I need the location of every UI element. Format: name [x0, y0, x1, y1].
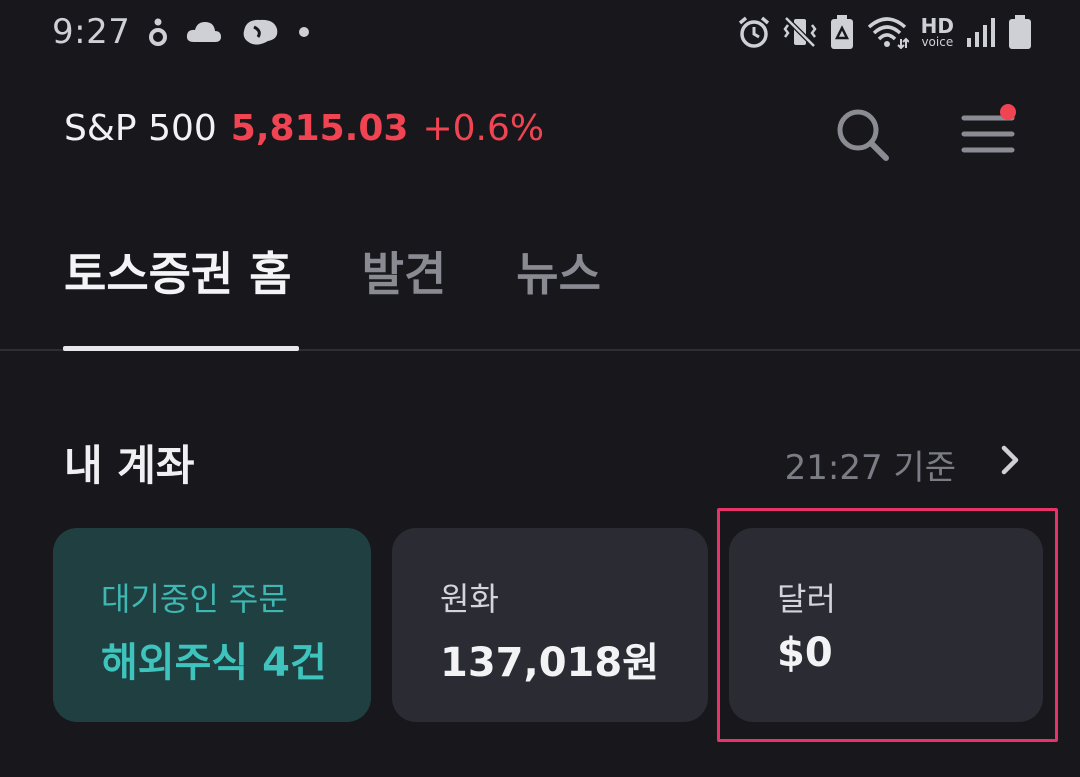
- usd-balance-label: 달러: [777, 580, 836, 618]
- battery-icon: [1008, 14, 1032, 50]
- my-account-title: 내 계좌: [64, 441, 195, 490]
- vibrate-icon: [783, 15, 817, 49]
- hd-label: HD: [920, 14, 954, 38]
- weather-icon: [240, 17, 280, 47]
- cloud-icon: [186, 20, 222, 44]
- status-bar: 9:27 HD voice: [0, 0, 1080, 66]
- dot-icon: [298, 26, 310, 38]
- battery-saver-icon: [829, 14, 855, 50]
- index-change: +0.6%: [422, 108, 545, 149]
- usd-balance-value: $0: [777, 630, 833, 676]
- status-time: 9:27: [52, 12, 131, 52]
- account-detail-button[interactable]: [990, 436, 1030, 484]
- wifi-icon: [867, 15, 909, 49]
- pending-orders-label: 대기중인 주문: [101, 580, 288, 618]
- status-left-icons: [148, 14, 310, 50]
- voice-label: voice: [921, 35, 954, 49]
- hd-voice-icon: HD voice: [921, 16, 954, 48]
- index-value: 5,815.03: [230, 108, 409, 149]
- alarm-icon: [737, 15, 771, 49]
- toss-securities-home-screen: 9:27 HD voice S&P 500 5,815.03 +0.6% 토스증…: [0, 0, 1080, 777]
- krw-balance-card[interactable]: 원화 137,018원: [392, 528, 708, 722]
- active-tab-indicator: [63, 346, 299, 351]
- index-name: S&P 500: [64, 108, 217, 149]
- signal-icon: [966, 16, 996, 48]
- krw-balance-label: 원화: [440, 580, 499, 618]
- account-as-of-time: 21:27 기준: [784, 448, 956, 488]
- index-ticker[interactable]: S&P 500 5,815.03 +0.6%: [64, 108, 544, 158]
- tab-news[interactable]: 뉴스: [516, 238, 601, 308]
- notification-dot: [1000, 104, 1016, 120]
- pending-orders-value: 해외주식 4건: [101, 640, 327, 686]
- search-button[interactable]: [832, 104, 892, 164]
- bottom-strip: [0, 760, 1080, 777]
- status-right-icons: HD voice: [737, 12, 1032, 52]
- menu-button[interactable]: [958, 104, 1018, 164]
- krw-balance-value: 137,018원: [440, 640, 659, 686]
- notification-drop-icon: [148, 17, 168, 47]
- tab-discover[interactable]: 발견: [362, 238, 447, 308]
- tab-toss-home[interactable]: 토스증권 홈: [64, 238, 292, 308]
- search-icon: [837, 109, 889, 161]
- usd-balance-card[interactable]: 달러 $0: [729, 528, 1043, 722]
- chevron-right-icon: [1001, 445, 1019, 475]
- pending-orders-card[interactable]: 대기중인 주문 해외주식 4건: [53, 528, 371, 722]
- main-tabs: 토스증권 홈 발견 뉴스: [64, 238, 601, 308]
